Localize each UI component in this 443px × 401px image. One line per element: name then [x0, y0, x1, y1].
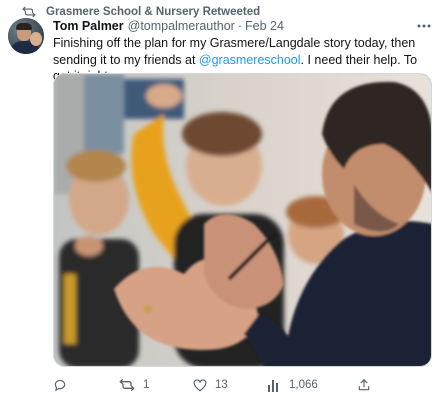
reply-icon	[53, 378, 67, 392]
mention-link[interactable]: @grasmereschool	[199, 53, 301, 67]
author-name[interactable]: Tom Palmer	[53, 19, 124, 33]
retweet-icon	[119, 378, 135, 392]
tweet-photo[interactable]	[53, 73, 432, 367]
share-button[interactable]	[357, 376, 371, 394]
reply-button[interactable]	[53, 376, 75, 394]
retweet-count: 1	[143, 379, 150, 391]
heart-icon	[193, 378, 207, 392]
share-icon	[357, 378, 371, 392]
tweet-timestamp[interactable]: Feb 24	[245, 19, 284, 33]
views-count: 1,066	[289, 379, 318, 391]
views-icon	[267, 379, 281, 392]
retweet-icon	[22, 6, 36, 18]
tweet-header: Tom Palmer @tompalmerauthor · Feb 24	[53, 18, 284, 34]
more-dots-icon[interactable]	[415, 18, 433, 34]
tweet-actions: 1 13 1,066	[53, 376, 432, 394]
retweet-context-label[interactable]: Grasmere School & Nursery Retweeted	[46, 6, 260, 18]
header-separator: ·	[237, 19, 242, 33]
author-handle[interactable]: @tompalmerauthor	[128, 19, 235, 33]
views-button[interactable]: 1,066	[267, 376, 318, 394]
like-count: 13	[215, 379, 228, 391]
like-button[interactable]: 13	[193, 376, 228, 394]
avatar[interactable]	[8, 18, 44, 54]
retweet-button[interactable]: 1	[119, 376, 149, 394]
